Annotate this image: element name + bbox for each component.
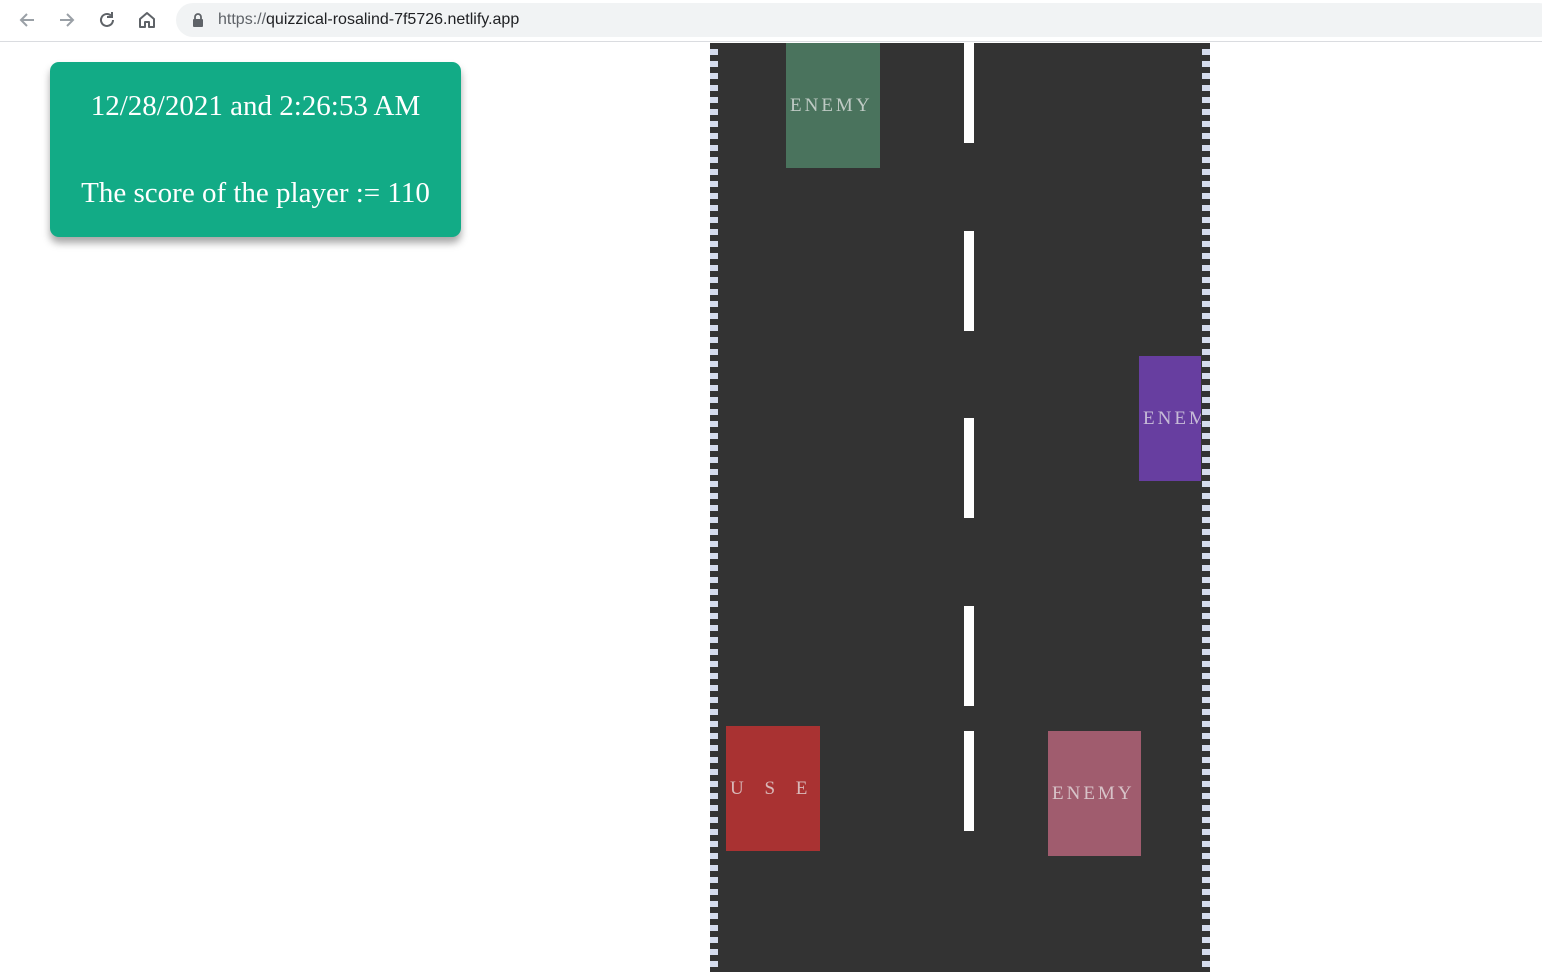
lane-line [964,418,974,518]
enemy-car-label: ENEMY [790,94,873,116]
user-car[interactable]: U S E R [726,726,820,851]
user-car-label: U S E R [730,777,820,799]
score-display: The score of the player := 110 [81,177,430,209]
enemy-car: ENEMY [786,43,880,168]
forward-arrow-icon [57,10,77,30]
score-panel: 12/28/2021 and 2:26:53 AM The score of t… [50,62,461,237]
address-bar[interactable]: https://quizzical-rosalind-7f5726.netlif… [176,3,1542,37]
lock-icon [192,13,204,27]
browser-toolbar: https://quizzical-rosalind-7f5726.netlif… [0,0,1542,42]
game-road[interactable]: ENEMY ENEMY ENEMY U S E R [710,43,1210,972]
enemy-car: ENEMY [1139,356,1201,481]
lane-line [964,43,974,143]
road-left-curb [710,43,718,972]
lane-line [964,606,974,706]
home-button[interactable] [132,5,162,35]
road-right-curb [1202,43,1210,972]
lane-line [964,231,974,331]
url-scheme: https:// [218,11,267,28]
back-button[interactable] [12,5,42,35]
reload-icon [97,10,117,30]
forward-button[interactable] [52,5,82,35]
home-icon [137,10,157,30]
back-arrow-icon [17,10,37,30]
enemy-car: ENEMY [1048,731,1141,856]
enemy-car-label: ENEMY [1052,782,1135,804]
datetime-display: 12/28/2021 and 2:26:53 AM [90,90,421,122]
lane-line [964,731,974,831]
url-text: https://quizzical-rosalind-7f5726.netlif… [218,3,519,37]
reload-button[interactable] [92,5,122,35]
enemy-car-label: ENEMY [1143,407,1201,429]
url-host: quizzical-rosalind-7f5726.netlify.app [266,11,520,28]
